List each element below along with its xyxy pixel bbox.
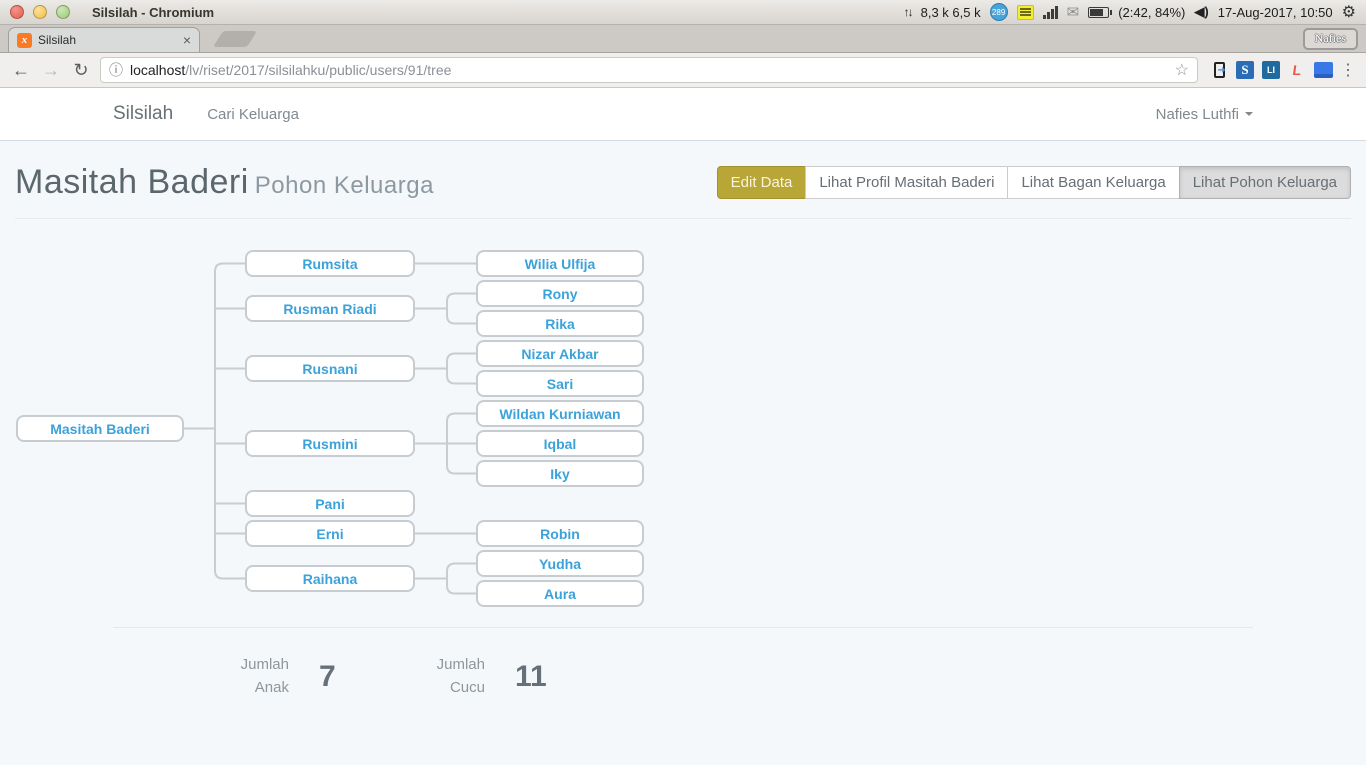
navbar-brand[interactable]: Silsilah bbox=[113, 103, 173, 125]
tree-node[interactable]: Rusmini bbox=[245, 430, 415, 457]
tree-connector-line bbox=[447, 414, 476, 444]
blue-extension-icon[interactable] bbox=[1312, 59, 1334, 81]
stat-value-anak: 7 bbox=[319, 660, 336, 694]
user-dropdown[interactable]: Nafies Luthfi bbox=[1156, 106, 1253, 123]
tree-node[interactable]: Iky bbox=[476, 460, 644, 487]
tree-node[interactable]: Yudha bbox=[476, 550, 644, 577]
browser-tab-silsilah[interactable]: x Silsilah × bbox=[8, 27, 200, 52]
mail-icon[interactable]: ✉ bbox=[1067, 3, 1080, 21]
action-button-group: Edit Data Lihat Profil Masitah Baderi Li… bbox=[717, 166, 1351, 199]
stat-jumlah-cucu: JumlahCucu 11 bbox=[427, 654, 623, 699]
reload-button[interactable]: ↻ bbox=[68, 60, 94, 81]
tree-connector-line bbox=[447, 444, 476, 474]
system-tray: ↑↓ 8,3 k 6,5 k 289 ✉ (2:42, 84%) ◀) 17-A… bbox=[904, 2, 1356, 22]
stat-label: JumlahAnak bbox=[231, 654, 289, 699]
bookmark-star-icon[interactable]: ☆ bbox=[1175, 60, 1189, 80]
tab-title: Silsilah bbox=[38, 33, 177, 47]
page-subtitle: Pohon Keluarga bbox=[255, 172, 434, 199]
new-tab-button[interactable] bbox=[213, 31, 257, 47]
window-title: Silsilah - Chromium bbox=[92, 5, 214, 20]
tree-connector-line bbox=[215, 264, 245, 429]
mobile-device-extension-icon[interactable] bbox=[1208, 59, 1230, 81]
chevron-down-icon bbox=[1245, 112, 1253, 116]
window-maximize-button[interactable] bbox=[56, 5, 70, 19]
tree-node[interactable]: Pani bbox=[245, 490, 415, 517]
browser-profile-badge[interactable]: Nafies bbox=[1303, 28, 1358, 50]
window-close-button[interactable] bbox=[10, 5, 24, 19]
tree-connector-line bbox=[447, 579, 476, 594]
os-titlebar: Silsilah - Chromium ↑↓ 8,3 k 6,5 k 289 ✉… bbox=[0, 0, 1366, 25]
tab-strip: x Silsilah × Nafies bbox=[0, 25, 1366, 53]
forward-button[interactable]: → bbox=[38, 60, 64, 81]
nav-link-cari-keluarga[interactable]: Cari Keluarga bbox=[207, 106, 299, 123]
clipboard-list-icon[interactable] bbox=[1017, 5, 1034, 20]
tree-node[interactable]: Iqbal bbox=[476, 430, 644, 457]
window-minimize-button[interactable] bbox=[33, 5, 47, 19]
lihat-bagan-button[interactable]: Lihat Bagan Keluarga bbox=[1007, 166, 1179, 199]
back-button[interactable]: ← bbox=[8, 60, 34, 81]
tree-node[interactable]: Rumsita bbox=[245, 250, 415, 277]
tree-connector-line bbox=[447, 564, 476, 579]
page-info-icon[interactable]: ⓘ bbox=[109, 60, 123, 80]
tree-connector-line bbox=[447, 309, 476, 324]
web-page: Silsilah Cari Keluarga Nafies Luthfi Mas… bbox=[0, 88, 1366, 765]
lihat-profil-button[interactable]: Lihat Profil Masitah Baderi bbox=[805, 166, 1008, 199]
s-extension-icon[interactable]: S bbox=[1234, 59, 1256, 81]
page-header: Masitah BaderiPohon Keluarga Edit Data L… bbox=[0, 141, 1366, 202]
xampp-favicon-icon: x bbox=[17, 33, 32, 48]
tree-node[interactable]: Rony bbox=[476, 280, 644, 307]
gear-icon[interactable]: ⚙ bbox=[1342, 2, 1356, 22]
url-text[interactable]: localhost/lv/riset/2017/silsilahku/publi… bbox=[130, 62, 451, 78]
battery-icon[interactable] bbox=[1088, 7, 1109, 18]
tree-connector-line bbox=[447, 354, 476, 369]
window-controls bbox=[10, 5, 70, 19]
battery-text: (2:42, 84%) bbox=[1118, 5, 1185, 20]
tab-close-icon[interactable]: × bbox=[183, 33, 191, 47]
tree-connector-line bbox=[447, 294, 476, 309]
tree-node[interactable]: Erni bbox=[245, 520, 415, 547]
laravel-extension-icon[interactable]: L bbox=[1284, 59, 1309, 81]
notification-badge-icon[interactable]: 289 bbox=[990, 3, 1008, 21]
tree-node[interactable]: Wilia Ulfija bbox=[476, 250, 644, 277]
family-tree: Wilia Ulfija Rumsita Rony Rika Rusman Riadi N… bbox=[0, 219, 1366, 621]
stat-label: JumlahCucu bbox=[427, 654, 485, 699]
tree-node[interactable]: Robin bbox=[476, 520, 644, 547]
tree-node[interactable]: Rusman Riadi bbox=[245, 295, 415, 322]
clock-text: 17-Aug-2017, 10:50 bbox=[1218, 5, 1333, 20]
app-navbar: Silsilah Cari Keluarga Nafies Luthfi bbox=[0, 88, 1366, 141]
network-speed-text: 8,3 k 6,5 k bbox=[921, 5, 981, 20]
browser-toolbar: ← → ↻ ⓘ localhost/lv/riset/2017/silsilah… bbox=[0, 53, 1366, 88]
url-path: /lv/riset/2017/silsilahku/public/users/9… bbox=[185, 62, 451, 78]
network-traffic-icon[interactable]: ↑↓ bbox=[904, 5, 912, 19]
address-bar[interactable]: ⓘ localhost/lv/riset/2017/silsilahku/pub… bbox=[100, 57, 1198, 83]
tree-node[interactable]: Aura bbox=[476, 580, 644, 607]
lihat-pohon-button[interactable]: Lihat Pohon Keluarga bbox=[1179, 166, 1351, 199]
page-title: Masitah BaderiPohon Keluarga bbox=[15, 163, 434, 202]
li-extension-icon[interactable]: LI bbox=[1260, 59, 1282, 81]
tree-connector-line bbox=[447, 369, 476, 384]
tree-node[interactable]: Rika bbox=[476, 310, 644, 337]
tree-node[interactable]: Sari bbox=[476, 370, 644, 397]
stat-value-cucu: 11 bbox=[515, 660, 547, 694]
user-dropdown-label: Nafies Luthfi bbox=[1156, 106, 1239, 123]
browser-menu-icon[interactable]: ⋮ bbox=[1338, 60, 1358, 80]
tree-node[interactable]: Raihana bbox=[245, 565, 415, 592]
tree-node[interactable]: Masitah Baderi bbox=[16, 415, 184, 442]
stats-section: JumlahAnak 7 JumlahCucu 11 bbox=[113, 627, 1253, 699]
person-name: Masitah Baderi bbox=[15, 163, 249, 201]
tree-node[interactable]: Rusnani bbox=[245, 355, 415, 382]
volume-icon[interactable]: ◀) bbox=[1194, 4, 1208, 20]
url-host: localhost bbox=[130, 62, 185, 78]
tree-node[interactable]: Nizar Akbar bbox=[476, 340, 644, 367]
tree-node[interactable]: Wildan Kurniawan bbox=[476, 400, 644, 427]
edit-data-button[interactable]: Edit Data bbox=[717, 166, 807, 199]
stat-jumlah-anak: JumlahAnak 7 bbox=[231, 654, 427, 699]
signal-strength-icon[interactable] bbox=[1043, 6, 1058, 19]
